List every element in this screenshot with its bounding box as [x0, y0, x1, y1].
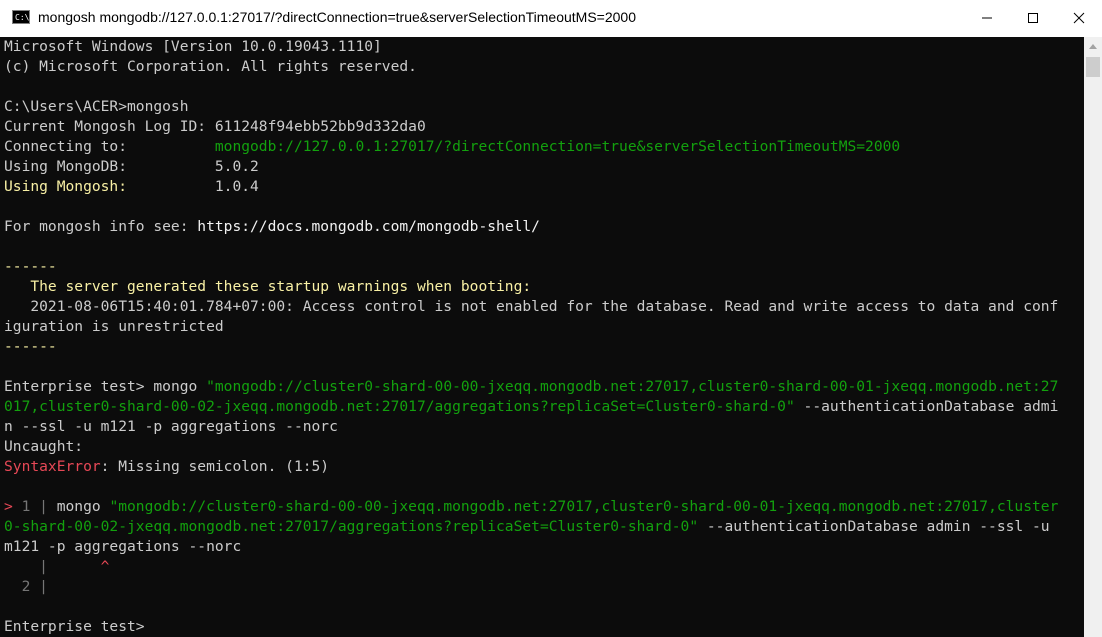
maximize-icon	[1028, 13, 1038, 23]
terminal-line: m121 -p aggregations --norc	[4, 538, 242, 555]
window-title: mongosh mongodb://127.0.0.1:27017/?direc…	[38, 9, 636, 25]
terminal-line: 2021-08-06T15:40:01.784+07:00: Access co…	[4, 298, 1059, 315]
maximize-button[interactable]	[1010, 0, 1056, 37]
minimize-icon	[982, 17, 992, 19]
terminal-line: ------	[4, 338, 57, 355]
terminal-prompt[interactable]: Enterprise test>	[4, 617, 153, 637]
terminal-line: Current Mongosh Log ID: 611248f94ebb52bb…	[4, 118, 426, 135]
vertical-scrollbar[interactable]	[1084, 37, 1102, 637]
terminal-line: | ^	[4, 558, 110, 575]
terminal-line: For mongosh info see: https://docs.mongo…	[4, 218, 540, 235]
terminal-line: 017,cluster0-shard-00-02-jxeqq.mongodb.n…	[4, 398, 1059, 415]
terminal-line: ------	[4, 258, 57, 275]
terminal-line: Connecting to: mongodb://127.0.0.1:27017…	[4, 138, 901, 155]
terminal-line: iguration is unrestricted	[4, 318, 224, 335]
terminal-line: 2 |	[4, 578, 48, 595]
scrollbar-thumb[interactable]	[1086, 57, 1100, 77]
terminal-line: (c) Microsoft Corporation. All rights re…	[4, 58, 417, 75]
title-bar[interactable]: C:\ mongosh mongodb://127.0.0.1:27017/?d…	[0, 0, 1102, 37]
close-button[interactable]	[1056, 0, 1102, 37]
terminal-line: Using Mongosh: 1.0.4	[4, 178, 259, 195]
terminal-line: Microsoft Windows [Version 10.0.19043.11…	[4, 38, 382, 55]
terminal-line: Enterprise test> mongo "mongodb://cluste…	[4, 378, 1059, 395]
cmd-icon: C:\	[12, 10, 30, 24]
scroll-up-arrow-icon[interactable]	[1084, 37, 1102, 55]
terminal-output[interactable]: Microsoft Windows [Version 10.0.19043.11…	[0, 37, 1084, 637]
terminal-line: C:\Users\ACER>mongosh	[4, 98, 189, 115]
terminal-line: 0-shard-00-02-jxeqq.mongodb.net:27017/ag…	[4, 518, 1050, 535]
minimize-button[interactable]	[964, 0, 1010, 37]
terminal-line: > 1 | mongo "mongodb://cluster0-shard-00…	[4, 498, 1059, 515]
close-icon	[1073, 12, 1085, 24]
terminal-line: SyntaxError: Missing semicolon. (1:5)	[4, 458, 330, 475]
terminal-line: Uncaught:	[4, 438, 84, 455]
terminal-line: n --ssl -u m121 -p aggregations --norc	[4, 418, 338, 435]
terminal-line: Using MongoDB: 5.0.2	[4, 158, 259, 175]
terminal-line: The server generated these startup warni…	[4, 278, 532, 295]
